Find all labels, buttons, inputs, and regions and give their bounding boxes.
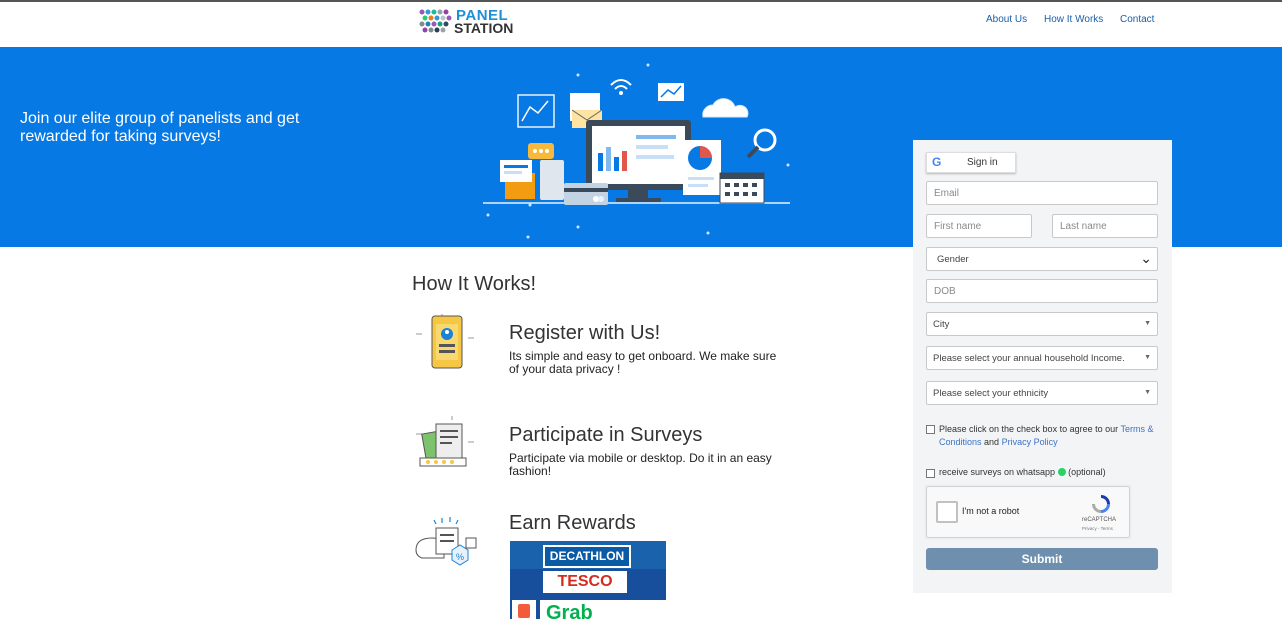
gender-select[interactable]: Gender ⌄ [926,247,1158,271]
recaptcha-widget: I'm not a robot reCAPTCHA Privacy - Term… [926,486,1130,538]
last-name-input[interactable] [1052,214,1158,238]
submit-button[interactable]: Submit [926,548,1158,570]
hero-illustration-icon [483,63,790,239]
site-header: PANEL STATION About Us How It Works Cont… [0,2,1282,47]
reward-tesco-logo: TESCO [510,569,666,597]
city-select[interactable]: City ▼ [926,312,1158,336]
chevron-down-icon: ⌄ [1140,250,1152,266]
grab-text: Grab [540,600,666,619]
recaptcha-label: I'm not a robot [962,506,1020,516]
reward-brands-panel: DECATHLON TESCO Grab [510,541,666,619]
recaptcha-brand: reCAPTCHA [1082,517,1117,523]
reward-decathlon-logo: DECATHLON [510,541,666,569]
survey-documents-icon [416,416,474,467]
first-name-input[interactable] [926,214,1032,238]
decathlon-text: DECATHLON [543,545,631,568]
step-rewards-title: Earn Rewards [509,512,636,534]
rewards-piggy-icon: % [415,517,477,566]
step-register-desc: Its simple and easy to get onboard. We m… [509,349,777,376]
lazada-heart-icon [518,604,530,618]
register-phone-icon [416,314,474,369]
how-it-works-title: How It Works! [412,273,537,295]
panel-station-logo[interactable]: PANEL STATION [418,6,518,38]
city-select-value: City [933,319,950,330]
nav-contact[interactable]: Contact [1120,14,1154,25]
gender-select-value: Gender [937,254,969,265]
dropdown-arrow-icon: ▼ [1144,354,1151,361]
dob-input[interactable] [926,279,1158,303]
nav-how-it-works[interactable]: How It Works [1044,14,1103,25]
google-sign-in-button[interactable]: G Sign in [926,152,1016,173]
tesco-text: TESCO [543,571,627,593]
signup-form-card: G Sign in Gender ⌄ City ▼ Please select … [913,140,1172,593]
logo-dots-icon [419,9,452,33]
whatsapp-text: receive surveys on whatsapp (optional) [939,467,1106,477]
recaptcha-checkbox[interactable] [936,501,958,523]
ethnicity-select[interactable]: Please select your ethnicity ▼ [926,381,1158,405]
google-g-icon: G [932,155,942,169]
whatsapp-icon [1057,468,1066,476]
step-participate-title: Participate in Surveys [509,424,703,446]
logo-text-station: STATION [454,20,514,36]
hero-tagline: Join our elite group of panelists and ge… [20,110,300,145]
email-input[interactable] [926,181,1158,205]
reward-grab-logo: Grab [510,597,666,619]
step-register-title: Register with Us! [509,322,661,344]
dropdown-arrow-icon: ▼ [1144,389,1151,396]
google-sign-in-label: Sign in [967,157,998,168]
nav-about-us[interactable]: About Us [986,14,1027,25]
recaptcha-terms-link[interactable]: Privacy - Terms [1082,526,1113,531]
terms-text: Please click on the check box to agree t… [939,424,1154,447]
whatsapp-checkbox[interactable] [926,469,935,478]
step-participate-desc: Participate via mobile or desktop. Do it… [509,451,772,478]
terms-checkbox[interactable] [926,425,935,434]
income-select[interactable]: Please select your annual household Inco… [926,346,1158,370]
ethnicity-select-value: Please select your ethnicity [933,388,1049,399]
privacy-policy-link[interactable]: Privacy Policy [1002,437,1058,447]
svg-text:%: % [456,552,464,562]
recaptcha-logo-icon [1092,495,1110,513]
income-select-value: Please select your annual household Inco… [933,353,1125,364]
dropdown-arrow-icon: ▼ [1144,320,1151,327]
